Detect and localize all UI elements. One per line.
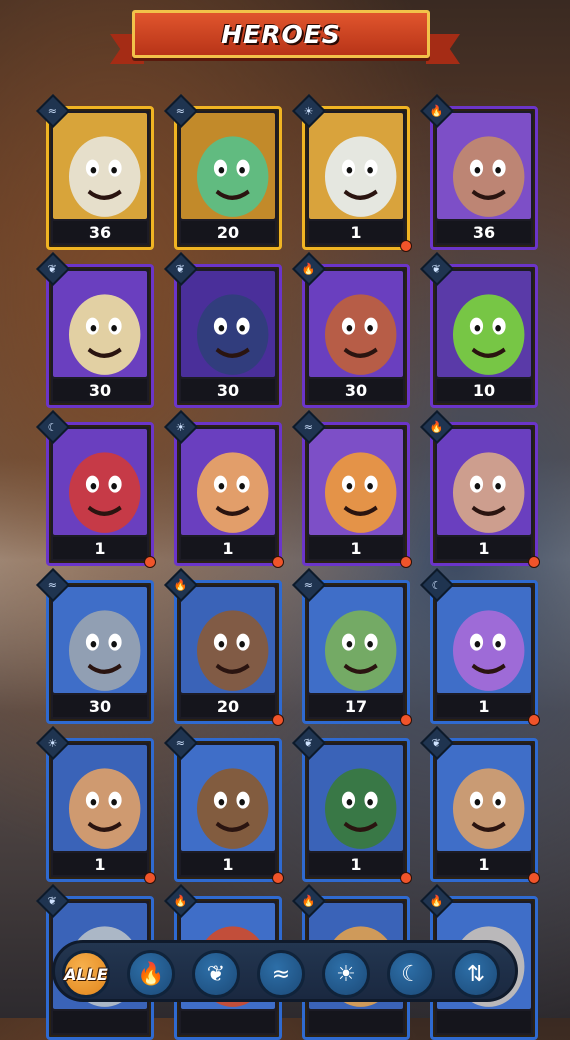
- hero-card-viking-bear[interactable]: 20 🔥: [164, 568, 284, 726]
- notification-dot: [400, 240, 412, 252]
- notification-dot: [400, 872, 412, 884]
- filter-fire-button[interactable]: 🔥: [127, 950, 175, 998]
- hero-card-ginger-boy[interactable]: 1 ☀: [164, 410, 284, 568]
- hero-card-count: 1: [437, 695, 531, 717]
- sun-icon: ☀: [336, 961, 356, 987]
- hero-card-count: 1: [53, 537, 147, 559]
- filter-all-label: ALLE: [64, 964, 108, 984]
- hero-portrait: [309, 113, 403, 219]
- hero-card-hooded-wizard[interactable]: 36 🔥: [420, 94, 538, 250]
- hero-portrait: [309, 271, 403, 377]
- hero-card-count: [309, 1011, 403, 1033]
- hero-card-count: 10: [437, 379, 531, 401]
- notification-dot: [272, 872, 284, 884]
- hero-card-count: 1: [437, 537, 531, 559]
- notification-dot: [272, 714, 284, 726]
- notification-dot: [400, 556, 412, 568]
- hero-card-pirate-dwarf[interactable]: 30 🔥: [292, 252, 410, 408]
- hero-card-werewolf[interactable]: 30 ≈: [36, 568, 154, 724]
- hero-card-bald-brute[interactable]: 1 🔥: [420, 410, 540, 568]
- hero-portrait: [181, 587, 275, 693]
- hero-portrait: [309, 429, 403, 535]
- fire-icon: 🔥: [137, 961, 165, 987]
- sort-button[interactable]: ⇅: [452, 950, 500, 998]
- hero-card-grid: 36 ≈20 ≈1 ☀ 36 🔥 30 ❦ 30 ❦ 30 🔥 10 ❦ 1 ☾ 1 ☀ 1 ≈1 🔥 30 ≈20 🔥 17 ≈…: [0, 0, 570, 1040]
- hero-card-count: 1: [309, 537, 403, 559]
- hero-card-count: 30: [53, 695, 147, 717]
- hero-card-skeleton-dragon[interactable]: 36 ≈: [36, 94, 154, 250]
- hero-portrait: [181, 429, 275, 535]
- hero-card-insect-queen[interactable]: 20 ≈: [164, 94, 282, 250]
- notification-dot: [528, 872, 540, 884]
- notification-dot: [528, 556, 540, 568]
- hero-card-beaver[interactable]: 1 ≈: [164, 726, 284, 884]
- hero-portrait: [437, 745, 531, 851]
- hero-card-count: 36: [53, 221, 147, 243]
- hero-portrait: [53, 587, 147, 693]
- hero-card-plague-doctor[interactable]: 30 ❦: [164, 252, 282, 408]
- hero-card-count: 1: [437, 853, 531, 875]
- hero-portrait: [53, 113, 147, 219]
- hero-card-axolotl[interactable]: 1 ≈: [292, 410, 412, 568]
- hero-portrait: [181, 745, 275, 851]
- hero-card-count: 1: [181, 853, 275, 875]
- hero-card-mushroom-ghoul[interactable]: 1 ❦: [292, 726, 412, 884]
- hero-card-count: 20: [181, 221, 275, 243]
- hero-portrait: [181, 113, 275, 219]
- filter-all-button[interactable]: ALLE: [62, 950, 110, 998]
- hero-card-red-demon-girl[interactable]: 1 ☾: [36, 410, 156, 568]
- hero-card-count: 1: [309, 221, 403, 243]
- hero-portrait: [309, 745, 403, 851]
- hero-card-green-knight[interactable]: 10 ❦: [420, 252, 538, 408]
- hero-card-elf-goblin[interactable]: 1 ☀: [36, 726, 156, 884]
- hero-card-dice-jester[interactable]: 1 ☀: [292, 94, 412, 252]
- leaf-icon: ❦: [206, 961, 226, 987]
- hero-card-nutcracker[interactable]: 1 ❦: [420, 726, 540, 884]
- sort-icon: ⇅: [466, 961, 486, 987]
- water-icon: ≈: [271, 961, 291, 987]
- hero-portrait: [53, 745, 147, 851]
- hero-portrait: [437, 113, 531, 219]
- hero-card-count: 30: [181, 379, 275, 401]
- hero-portrait: [437, 587, 531, 693]
- hero-card-blonde-elf[interactable]: 30 ❦: [36, 252, 154, 408]
- hero-card-count: 17: [309, 695, 403, 717]
- hero-card-count: 30: [309, 379, 403, 401]
- notification-dot: [400, 714, 412, 726]
- filter-sun-button[interactable]: ☀: [322, 950, 370, 998]
- hero-portrait: [437, 429, 531, 535]
- hero-card-brain-jar[interactable]: 1 ☾: [420, 568, 540, 726]
- filter-moon-button[interactable]: ☾: [387, 950, 435, 998]
- moon-icon: ☾: [401, 961, 421, 987]
- hero-portrait: [437, 271, 531, 377]
- hero-card-count: [53, 1011, 147, 1033]
- notification-dot: [272, 556, 284, 568]
- hero-card-count: 1: [309, 853, 403, 875]
- element-filter-bar: ALLE 🔥 ❦ ≈ ☀ ☾ ⇅: [52, 940, 518, 1002]
- hero-card-count: [181, 1011, 275, 1033]
- hero-portrait: [53, 271, 147, 377]
- notification-dot: [528, 714, 540, 726]
- filter-water-button[interactable]: ≈: [257, 950, 305, 998]
- hero-card-count: 30: [53, 379, 147, 401]
- filter-leaf-button[interactable]: ❦: [192, 950, 240, 998]
- hero-card-count: [437, 1011, 531, 1033]
- notification-dot: [144, 872, 156, 884]
- notification-dot: [144, 556, 156, 568]
- hero-card-swamp-frog[interactable]: 17 ≈: [292, 568, 412, 726]
- hero-card-count: 1: [53, 853, 147, 875]
- hero-card-count: 36: [437, 221, 531, 243]
- hero-card-count: 1: [181, 537, 275, 559]
- hero-portrait: [309, 587, 403, 693]
- hero-portrait: [181, 271, 275, 377]
- hero-card-count: 20: [181, 695, 275, 717]
- hero-portrait: [53, 429, 147, 535]
